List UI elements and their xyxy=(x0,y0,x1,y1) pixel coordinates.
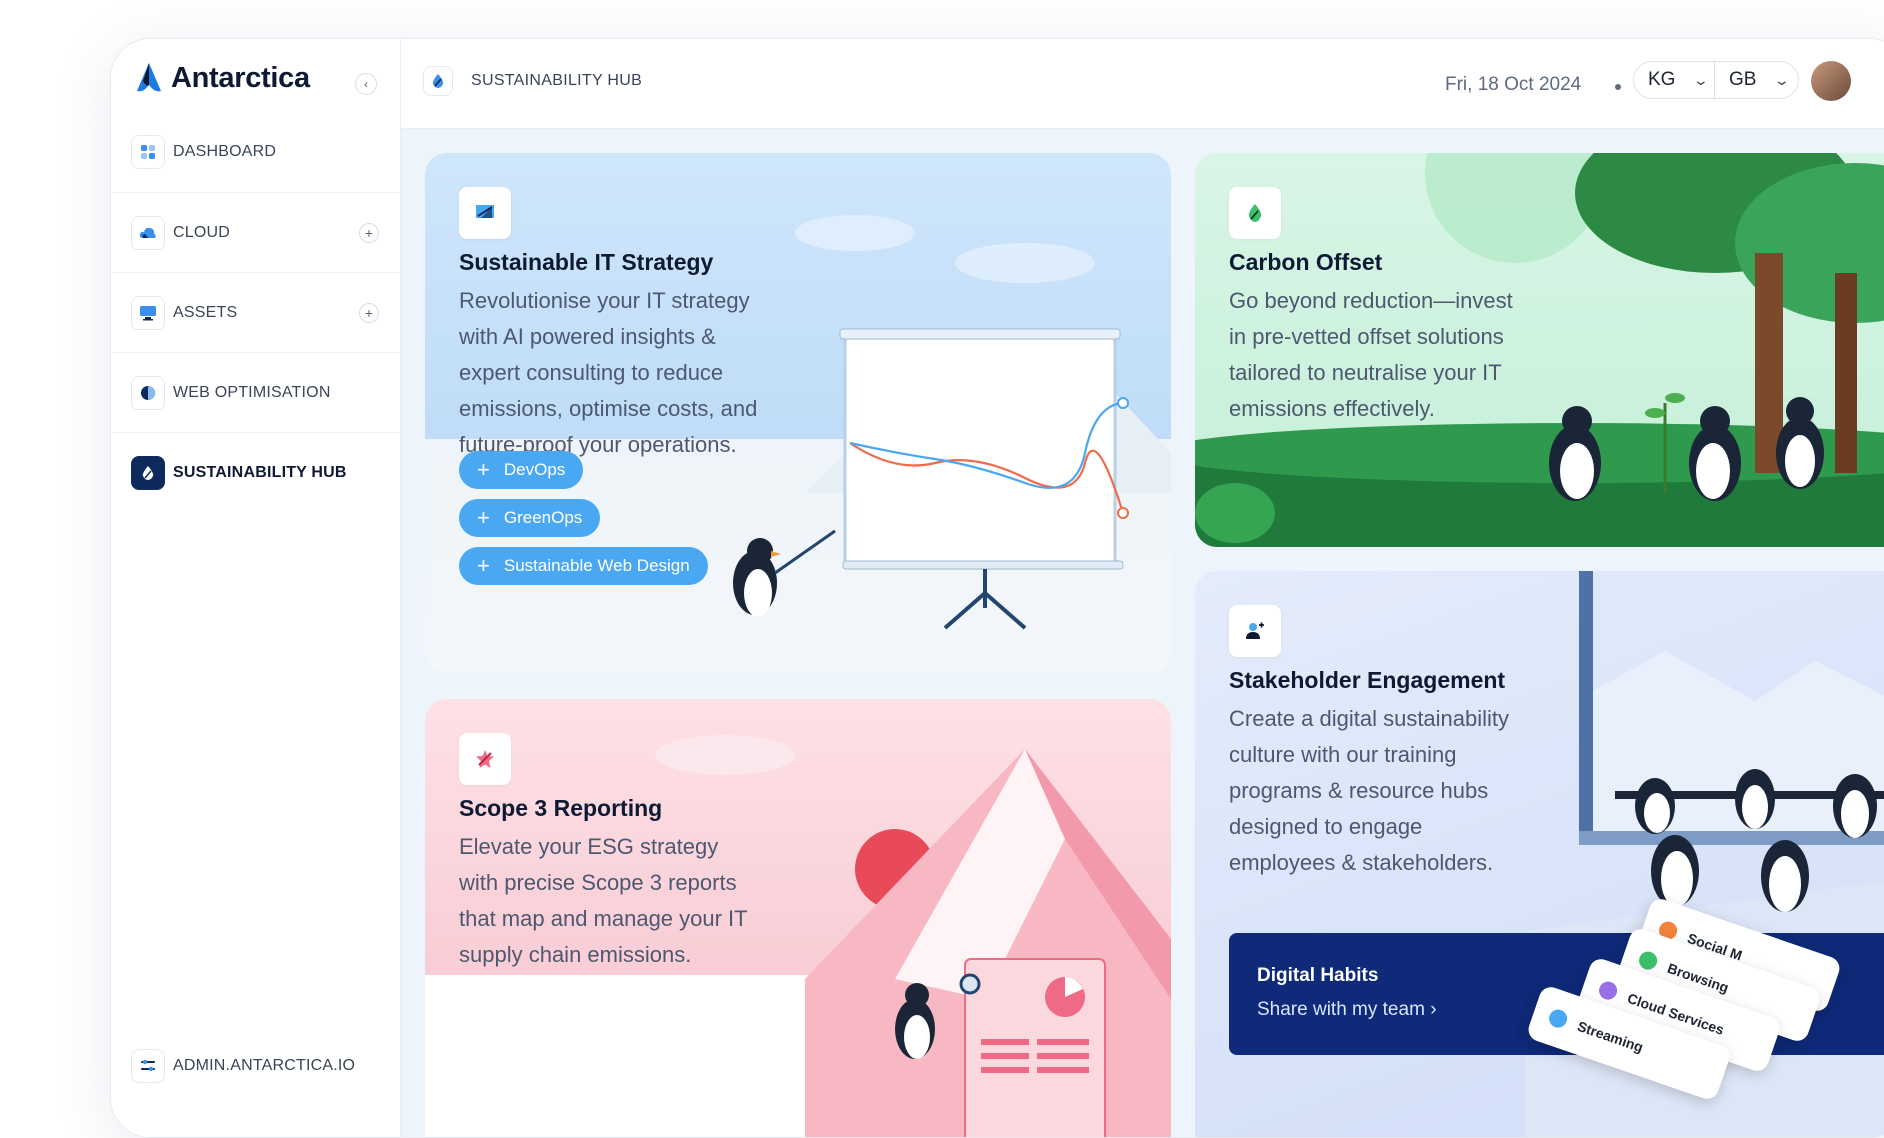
card-description: Create a digital sustainability culture … xyxy=(1229,706,1510,875)
region-select[interactable]: GB ⌄ xyxy=(1715,61,1799,99)
app-window: Antarctica ‹ DASHBOARD CLOUD + ASSETS + xyxy=(110,38,1884,1138)
card-description: Revolutionise your IT strategy with AI p… xyxy=(459,288,758,457)
share-with-team-link[interactable]: Share with my team › xyxy=(1257,999,1437,1021)
leaf-icon xyxy=(1229,187,1281,239)
tag-label: DevOps xyxy=(503,460,566,479)
plus-icon: + xyxy=(477,553,490,578)
tag-greenops-button[interactable]: + GreenOps xyxy=(459,499,601,537)
card-description: Go beyond reduction—invest in pre-vetted… xyxy=(1229,288,1513,421)
separator-dot xyxy=(1615,84,1621,90)
sidebar-item-label: CLOUD xyxy=(173,223,231,241)
streaming-icon xyxy=(1546,1007,1570,1031)
card-carbon-offset[interactable]: Carbon Offset Go beyond reduction—invest… xyxy=(1195,153,1884,547)
plus-icon: + xyxy=(477,505,490,530)
expand-cloud-button[interactable]: + xyxy=(359,222,379,243)
card-stakeholder-engagement[interactable]: Stakeholder Engagement Create a digital … xyxy=(1195,571,1884,1137)
card-scope-3-reporting[interactable]: Scope 3 Reporting Elevate your ESG strat… xyxy=(425,699,1171,1137)
share-with-team-label: Share with my team xyxy=(1257,999,1425,1020)
sidebar-item-label: ASSETS xyxy=(173,303,238,321)
expand-assets-button[interactable]: + xyxy=(359,302,379,323)
digital-habits-title: Digital Habits xyxy=(1257,965,1379,986)
admin-link[interactable]: ADMIN.ANTARCTICA.IO xyxy=(131,1049,355,1083)
pie-icon xyxy=(131,375,165,410)
unit-select[interactable]: KG ⌄ xyxy=(1633,61,1715,99)
sidebar-item-label: SUSTAINABILITY HUB xyxy=(173,464,347,481)
sidebar-item-assets[interactable]: ASSETS + xyxy=(111,273,401,353)
admin-label: ADMIN.ANTARCTICA.IO xyxy=(173,1057,356,1074)
sidebar-item-web-optimisation[interactable]: WEB OPTIMISATION xyxy=(111,353,401,433)
settings-sliders-icon xyxy=(131,1049,165,1083)
card-sustainable-it-strategy[interactable]: Sustainable IT Strategy Revolutionise yo… xyxy=(425,153,1171,673)
cloud-services-icon xyxy=(1596,979,1620,1003)
brand-name: Antarctica xyxy=(171,61,310,94)
breadcrumb: SUSTAINABILITY HUB xyxy=(423,66,642,96)
sustainability-drop-icon xyxy=(423,66,453,96)
cloud-icon xyxy=(131,215,165,250)
sidebar-item-cloud[interactable]: CLOUD + xyxy=(111,193,401,273)
tag-label: GreenOps xyxy=(503,508,583,527)
card-description: Elevate your ESG strategy with precise S… xyxy=(459,834,748,967)
digital-habits-panel[interactable]: Digital Habits Share with my team › Soci… xyxy=(1229,895,1884,1103)
chevron-down-icon: ⌄ xyxy=(1693,71,1710,88)
card-title: Scope 3 Reporting xyxy=(459,795,663,821)
unit-value: KG xyxy=(1648,69,1676,90)
sidebar-item-label: WEB OPTIMISATION xyxy=(173,383,331,401)
page-title: SUSTAINABILITY HUB xyxy=(471,72,643,89)
plus-icon: + xyxy=(477,457,490,482)
sidebar-item-label: DASHBOARD xyxy=(173,142,277,160)
sidebar-item-sustainability-hub[interactable]: SUSTAINABILITY HUB xyxy=(111,433,401,513)
card-title: Sustainable IT Strategy xyxy=(459,249,714,275)
sidebar-item-dashboard[interactable]: DASHBOARD xyxy=(111,111,401,193)
monitor-icon xyxy=(131,295,165,330)
leaf-drop-icon xyxy=(131,456,165,490)
tag-sustainable-web-design-button[interactable]: + Sustainable Web Design xyxy=(459,547,708,585)
antarctica-logo-icon xyxy=(137,63,161,92)
region-value: GB xyxy=(1729,69,1757,90)
tag-devops-button[interactable]: + DevOps xyxy=(459,451,584,489)
current-date: Fri, 18 Oct 2024 xyxy=(1445,74,1582,95)
sidebar: Antarctica ‹ DASHBOARD CLOUD + ASSETS + xyxy=(111,39,401,1137)
avatar[interactable] xyxy=(1811,61,1851,101)
tag-label: Sustainable Web Design xyxy=(503,556,690,575)
brand-logo[interactable]: Antarctica xyxy=(135,61,310,95)
presentation-icon xyxy=(459,187,511,239)
collapse-sidebar-button[interactable]: ‹ xyxy=(355,73,377,95)
habit-chip-label: Streaming xyxy=(1575,1017,1646,1056)
star-icon xyxy=(459,733,511,785)
browsing-icon xyxy=(1636,949,1660,973)
card-title: Carbon Offset xyxy=(1229,249,1383,275)
chevron-down-icon: ⌄ xyxy=(1774,71,1791,88)
chevron-right-icon: › xyxy=(1430,999,1437,1020)
card-title: Stakeholder Engagement xyxy=(1229,667,1506,693)
chevron-left-icon: ‹ xyxy=(364,77,368,91)
dashboard-icon xyxy=(131,134,165,169)
top-header: SUSTAINABILITY HUB Fri, 18 Oct 2024 KG ⌄… xyxy=(401,39,1884,129)
user-add-icon xyxy=(1229,605,1281,657)
